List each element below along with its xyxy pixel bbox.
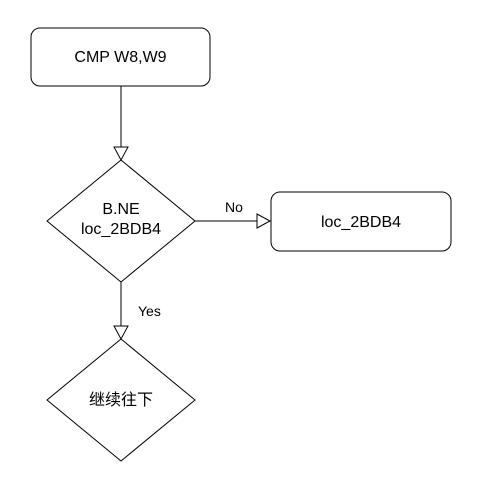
edge-branch-to-continue: Yes [113,282,161,341]
branch-node-line1: B.NE [102,201,139,218]
target-node: loc_2BDB4 [270,191,452,252]
arrowhead-down-icon [113,146,129,162]
arrowhead-down-icon [113,325,129,341]
compare-node: CMP W8,W9 [30,27,211,87]
compare-node-label: CMP W8,W9 [74,49,166,66]
edge-yes-label: Yes [138,303,161,319]
branch-node-line2: loc_2BDB4 [81,221,161,238]
branch-decision-node: B.NE loc_2BDB4 [46,159,196,283]
edge-compare-to-branch [113,86,129,162]
continue-node-label: 继续往下 [89,391,153,409]
flowchart: CMP W8,W9 B.NE loc_2BDB4 No loc_2BDB4 Ye… [30,27,452,462]
target-node-label: loc_2BDB4 [321,214,401,231]
edge-no-label: No [225,199,243,215]
continue-node: 继续往下 [46,338,196,462]
arrowhead-right-icon [256,213,272,229]
edge-branch-to-target: No [195,199,272,229]
